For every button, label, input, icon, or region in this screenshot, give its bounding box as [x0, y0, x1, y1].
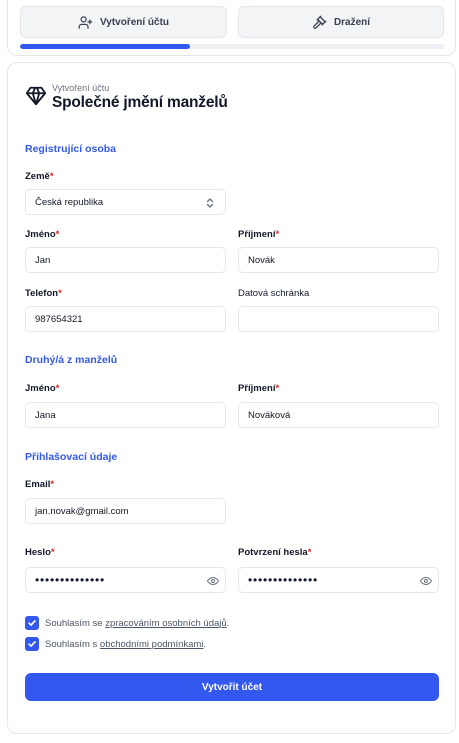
step-tabs: Vytvoření účtu Dražení — [7, 0, 456, 56]
country-select-value: Česká republika — [35, 196, 104, 208]
password-field[interactable]: •••••••••••••• — [25, 567, 226, 593]
phone-field[interactable]: 987654321 — [25, 306, 226, 332]
last-name-value: Novák — [248, 254, 275, 266]
progress-fill — [20, 44, 190, 49]
first-name-label: Jméno* — [25, 229, 60, 240]
phone-value: 987654321 — [35, 313, 83, 325]
progress-bar — [20, 44, 445, 49]
confirm-password-label: Potvrzení hesla* — [238, 547, 312, 558]
spouse-first-name-label: Jméno* — [25, 383, 60, 394]
tab-create-account-label: Vytvoření účtu — [99, 16, 170, 28]
gavel-icon — [313, 15, 327, 29]
user-plus-icon — [78, 15, 93, 29]
section-login: Přihlašovací údaje — [25, 451, 118, 463]
gdpr-link[interactable]: zpracováním osobních údajů — [105, 618, 226, 629]
spouse-first-name-field[interactable]: Jana — [25, 402, 226, 428]
first-name-field[interactable]: Jan — [25, 247, 226, 273]
email-value: jan.novak@gmail.com — [35, 505, 129, 517]
country-label: Země* — [25, 171, 54, 182]
confirm-password-field[interactable]: •••••••••••••• — [238, 567, 439, 593]
consent-terms-checkbox[interactable] — [25, 637, 39, 651]
password-value: •••••••••••••• — [35, 573, 106, 587]
check-icon — [28, 641, 36, 647]
consent-gdpr: Souhlasím se zpracováním osobních údajů. — [25, 616, 229, 630]
spouse-last-name-field[interactable]: Nováková — [238, 402, 439, 428]
spouse-first-name-value: Jana — [35, 409, 56, 421]
eye-icon[interactable] — [207, 575, 219, 587]
spouse-last-name-value: Nováková — [248, 409, 291, 421]
eye-icon[interactable] — [420, 575, 432, 587]
consent-terms-text: Souhlasím s obchodními podmínkami. — [45, 638, 207, 650]
spouse-last-name-label: Příjmení* — [238, 383, 280, 394]
last-name-field[interactable]: Novák — [238, 247, 439, 273]
databox-label: Datová schránka — [238, 288, 310, 299]
country-select[interactable]: Česká republika — [25, 189, 226, 215]
page-subtitle: Vytvoření účtu — [52, 83, 110, 93]
databox-field[interactable] — [238, 306, 439, 332]
phone-label: Telefon* — [25, 288, 62, 299]
chevron-up-down-icon — [206, 198, 214, 208]
confirm-password-value: •••••••••••••• — [248, 573, 319, 587]
section-registrant: Registrující osoba — [25, 143, 117, 155]
registration-form: Vytvoření účtu Společné jmění manželů Re… — [7, 62, 456, 734]
last-name-label: Příjmení* — [238, 229, 280, 240]
diamond-icon — [25, 86, 47, 106]
password-label: Heslo* — [25, 547, 55, 558]
consent-gdpr-text: Souhlasím se zpracováním osobních údajů. — [45, 617, 230, 629]
consent-terms: Souhlasím s obchodními podmínkami. — [25, 637, 206, 651]
consent-gdpr-checkbox[interactable] — [25, 616, 39, 630]
tab-auction[interactable]: Dražení — [238, 6, 444, 38]
tab-auction-label: Dražení — [333, 16, 371, 28]
first-name-value: Jan — [35, 254, 51, 266]
page-title: Společné jmění manželů — [52, 94, 228, 111]
create-account-button[interactable]: Vytvořit účet — [25, 673, 439, 701]
email-field[interactable]: jan.novak@gmail.com — [25, 498, 226, 524]
section-spouse: Druhý/á z manželů — [25, 354, 118, 366]
terms-link[interactable]: obchodními podmínkami — [100, 639, 204, 650]
email-label: Email* — [25, 479, 55, 490]
check-icon — [28, 620, 36, 626]
tab-create-account[interactable]: Vytvoření účtu — [20, 6, 227, 38]
